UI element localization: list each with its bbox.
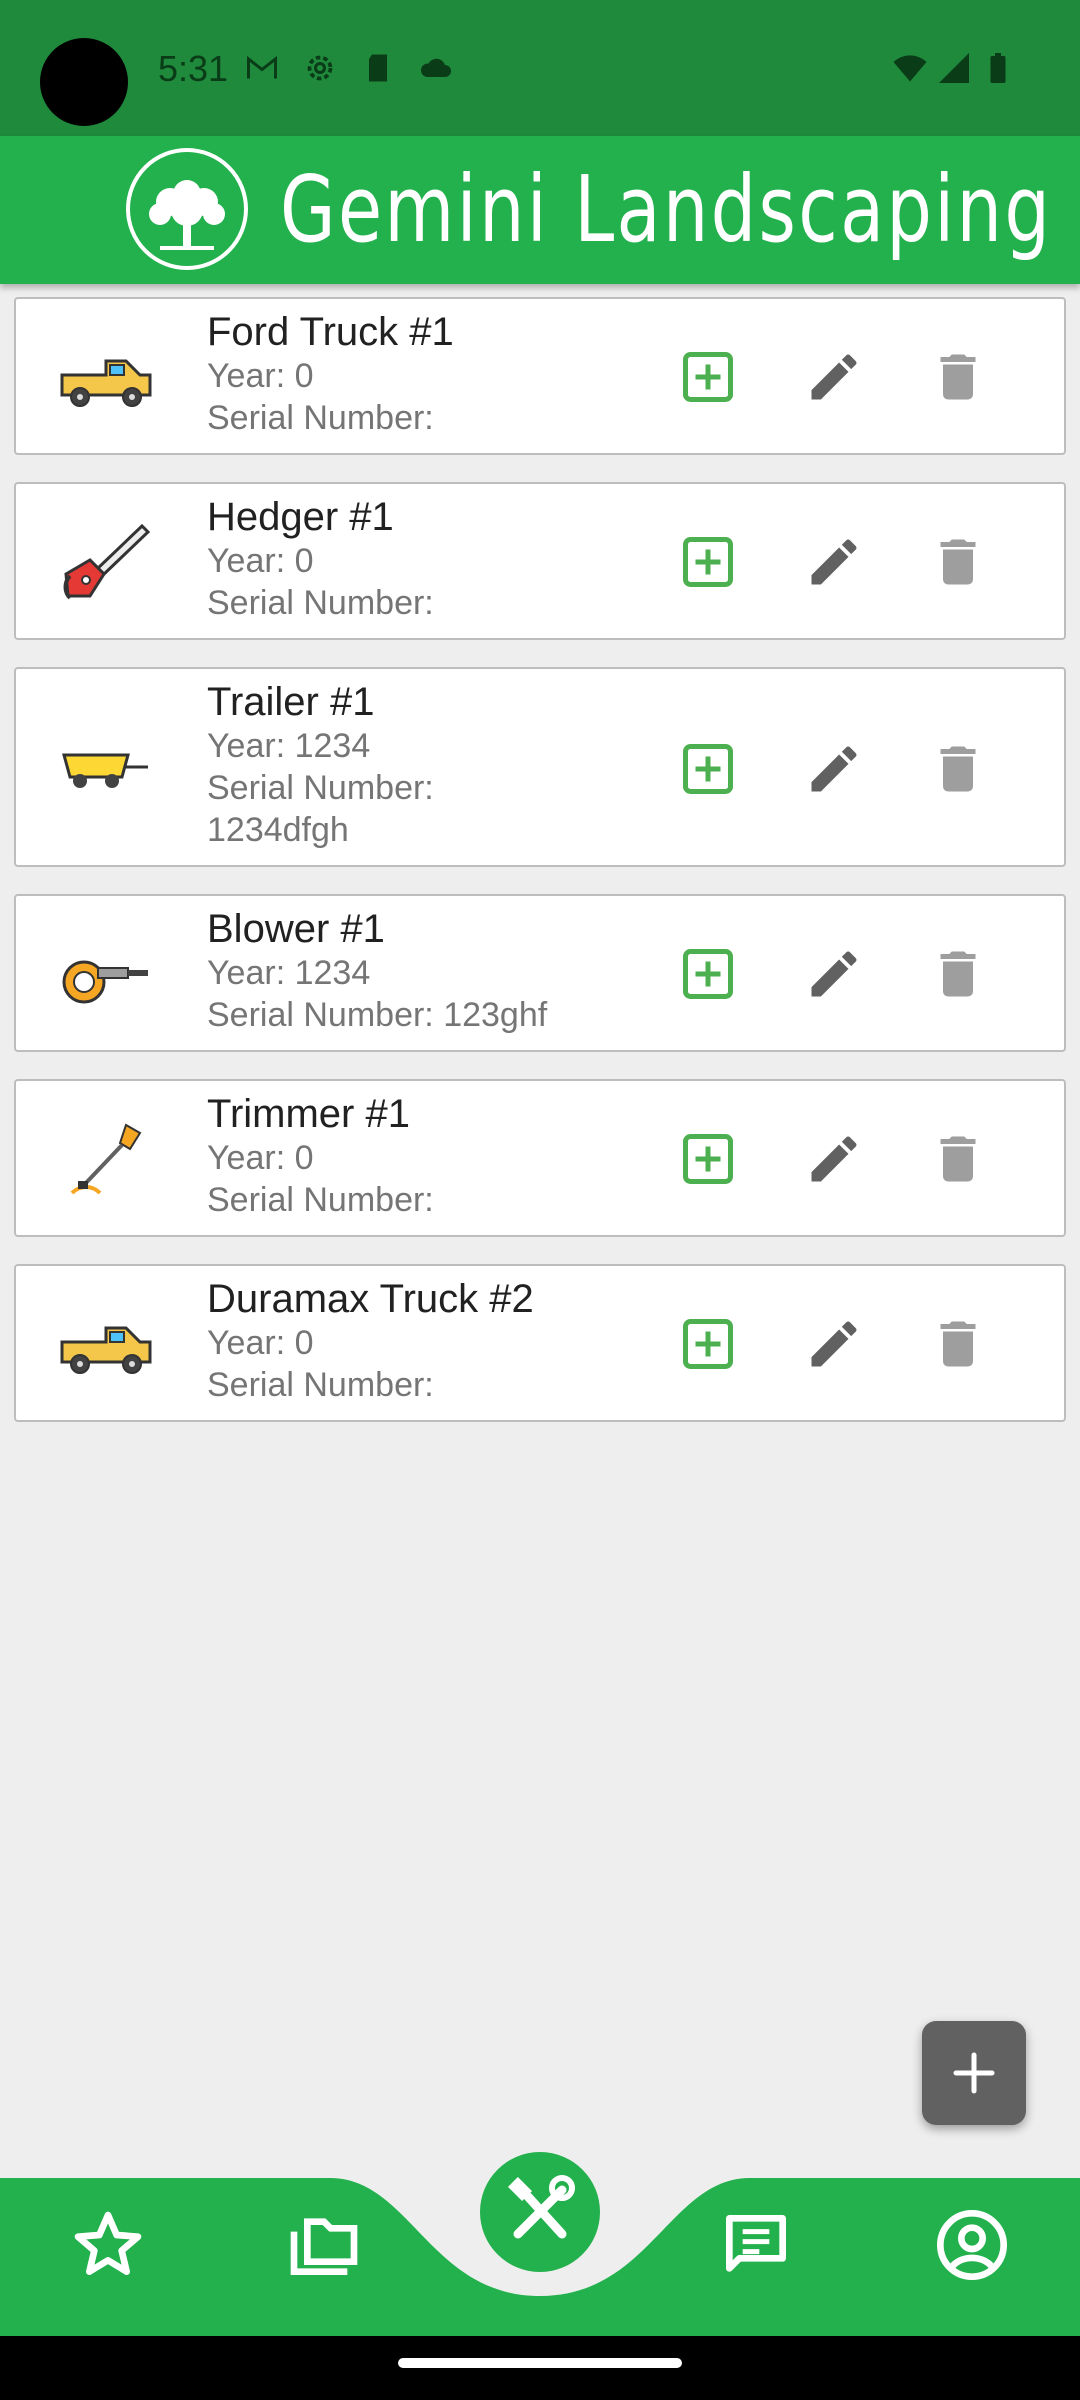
equipment-name: Hedger #1 [207,495,394,539]
add-box-icon[interactable] [678,1129,738,1189]
app-header: Gemini Landscaping [0,136,1080,284]
equipment-info: Blower #1 Year: 1234 Serial Number: 123g… [207,906,547,1036]
pickup-truck-icon [60,1326,152,1374]
equipment-serial-value: 1234dfgh [207,811,349,849]
system-gesture-area [0,2336,1080,2400]
nav-equipment-button[interactable] [480,2152,600,2272]
pencil-edit-icon[interactable] [804,532,864,592]
equipment-year: Year: 0 [207,357,314,395]
sd-card-icon [369,54,387,82]
tree-logo-icon [126,148,248,270]
equipment-card[interactable]: Hedger #1 Year: 0 Serial Number: [14,482,1066,640]
add-box-icon[interactable] [678,739,738,799]
equipment-year: Year: 1234 [207,727,371,765]
equipment-serial: Serial Number: [207,584,434,622]
star-outline-icon[interactable] [68,2205,148,2285]
trash-delete-icon[interactable] [928,1129,988,1189]
equipment-card[interactable]: Duramax Truck #2 Year: 0 Serial Number: [14,1264,1066,1422]
pencil-edit-icon[interactable] [804,739,864,799]
trailer-icon [62,753,148,788]
trash-delete-icon[interactable] [928,347,988,407]
equipment-card[interactable]: Trailer #1 Year: 1234 Serial Number: 123… [14,667,1066,867]
camera-cutout [40,38,128,126]
trash-delete-icon[interactable] [928,1314,988,1374]
app-title: Gemini Landscaping [280,156,1053,263]
pencil-edit-icon[interactable] [804,1314,864,1374]
home-gesture-handle[interactable] [398,2358,682,2368]
status-bar: 5:31 [0,0,1080,136]
add-box-icon[interactable] [678,347,738,407]
pencil-edit-icon[interactable] [804,944,864,1004]
equipment-name: Duramax Truck #2 [207,1277,534,1321]
chat-message-icon[interactable] [716,2205,796,2285]
account-circle-icon[interactable] [932,2205,1012,2285]
cloud-icon [420,58,451,77]
status-time: 5:31 [158,48,229,89]
equipment-info: Hedger #1 Year: 0 Serial Number: [207,494,434,624]
equipment-name: Ford Truck #1 [207,310,454,354]
equipment-year: Year: 0 [207,1139,314,1177]
add-equipment-fab[interactable] [922,2021,1026,2125]
equipment-info: Ford Truck #1 Year: 0 Serial Number: [207,309,454,439]
pencil-edit-icon[interactable] [804,347,864,407]
pickup-truck-icon [60,359,152,407]
chainsaw-hedger-icon [63,523,151,600]
settings-gear-icon [307,55,333,81]
equipment-name: Trimmer #1 [207,1092,410,1136]
equipment-year: Year: 0 [207,1324,314,1362]
add-box-icon[interactable] [678,1314,738,1374]
battery-icon [990,53,1006,83]
equipment-name: Blower #1 [207,907,385,951]
trash-delete-icon[interactable] [928,739,988,799]
equipment-serial: Serial Number: [207,769,434,807]
equipment-info: Duramax Truck #2 Year: 0 Serial Number: [207,1276,534,1406]
leaf-blower-icon [62,960,148,1004]
trash-delete-icon[interactable] [928,944,988,1004]
equipment-serial: Serial Number: 123ghf [207,996,548,1034]
equipment-info: Trimmer #1 Year: 0 Serial Number: [207,1091,434,1221]
pencil-edit-icon[interactable] [804,1129,864,1189]
trash-delete-icon[interactable] [928,532,988,592]
equipment-serial: Serial Number: [207,399,434,437]
equipment-card[interactable]: Trimmer #1 Year: 0 Serial Number: [14,1079,1066,1237]
equipment-serial: Serial Number: [207,1366,434,1404]
equipment-year: Year: 0 [207,542,314,580]
equipment-serial: Serial Number: [207,1181,434,1219]
equipment-info: Trailer #1 Year: 1234 Serial Number: 123… [207,679,434,851]
equipment-card[interactable]: Ford Truck #1 Year: 0 Serial Number: [14,297,1066,455]
string-trimmer-icon [70,1123,142,1195]
tools-hammer-wrench-icon [507,2175,575,2239]
equipment-name: Trailer #1 [207,680,375,724]
gmail-icon [247,55,277,79]
equipment-card[interactable]: Blower #1 Year: 1234 Serial Number: 123g… [14,894,1066,1052]
equipment-list: Ford Truck #1 Year: 0 Serial Number: Hed… [14,297,1066,1449]
cellular-signal-icon [939,53,969,83]
add-box-icon[interactable] [678,532,738,592]
add-box-icon[interactable] [678,944,738,1004]
folder-copy-icon[interactable] [284,2205,364,2285]
equipment-year: Year: 1234 [207,954,371,992]
wifi-icon [893,55,927,82]
plus-icon [953,2052,995,2094]
